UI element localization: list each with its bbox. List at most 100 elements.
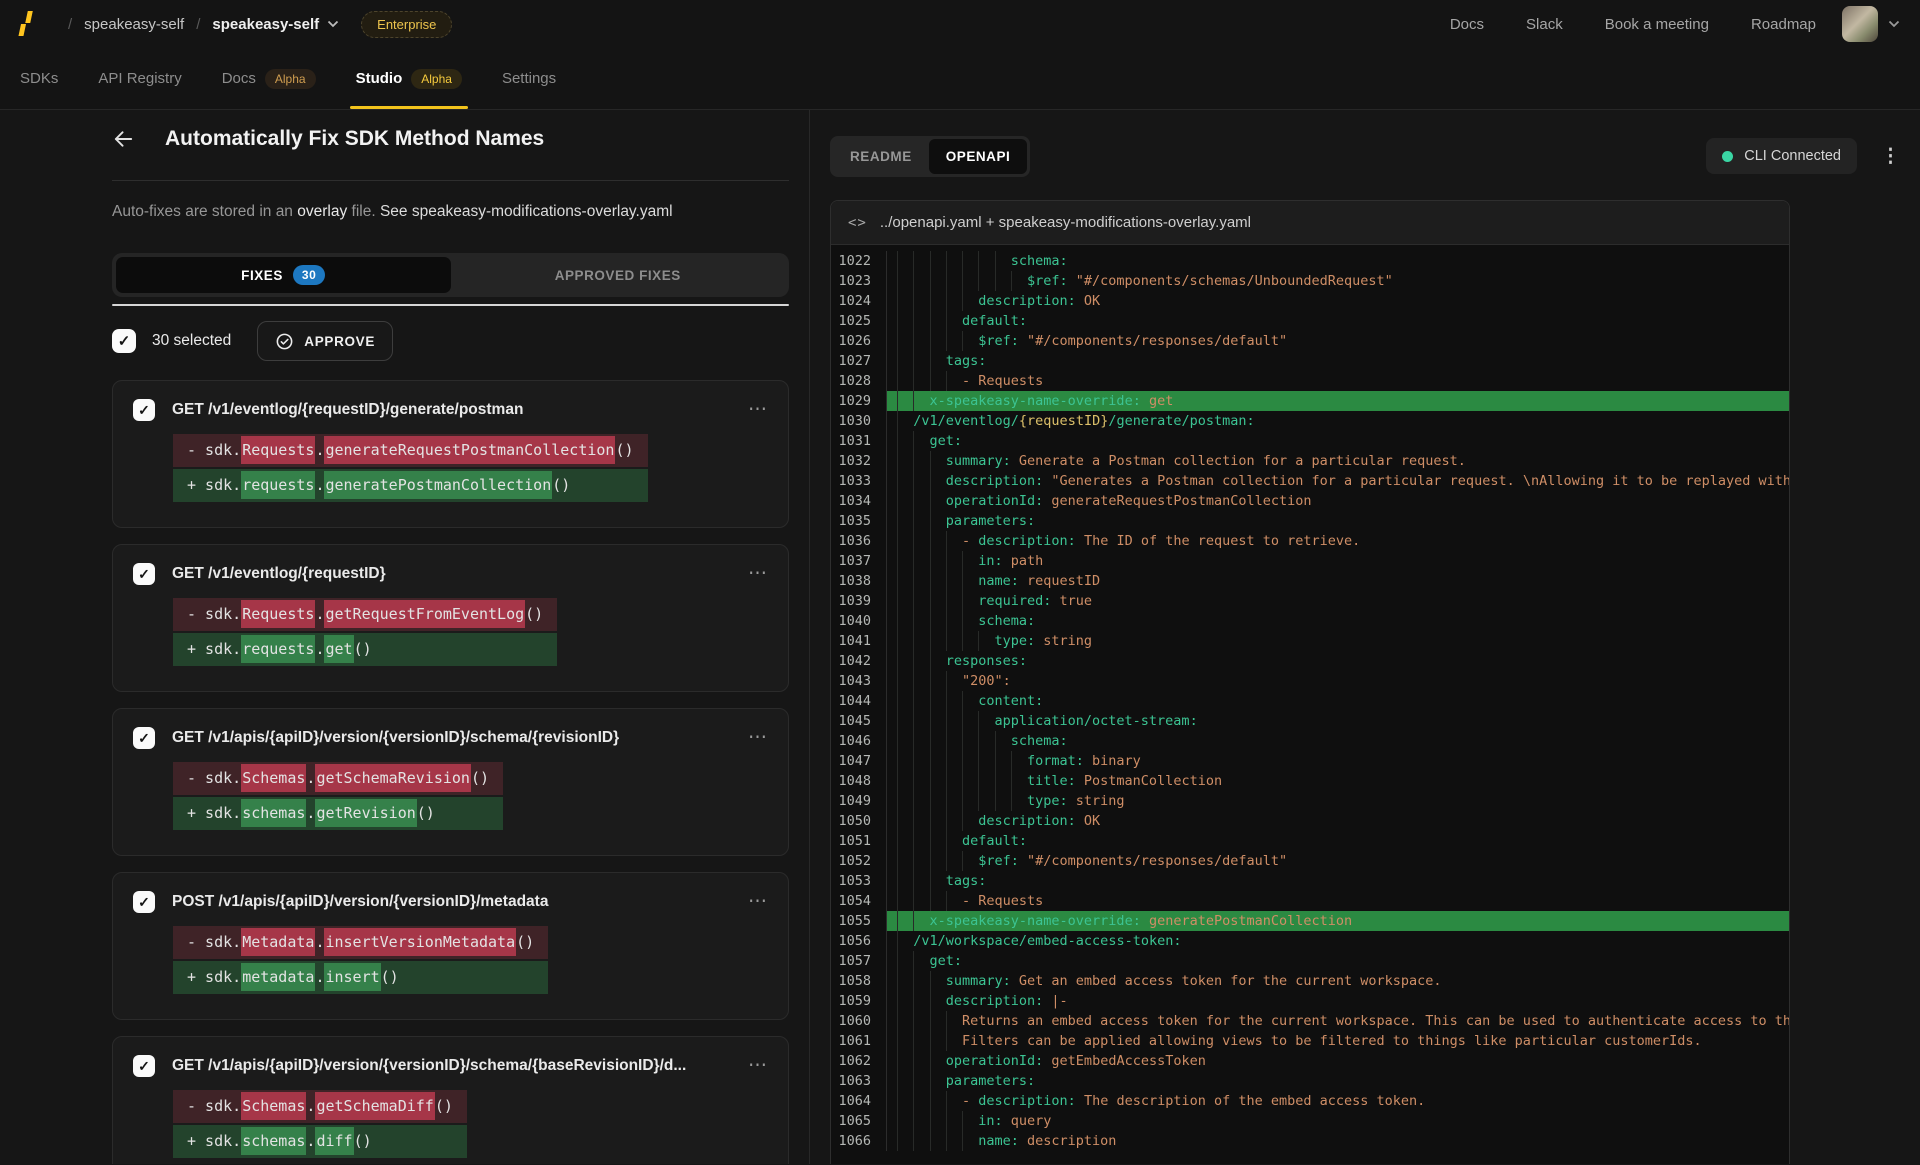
- indent-guide: [913, 251, 929, 271]
- indent-guide: [913, 371, 929, 391]
- nav-tab-label: Studio: [356, 70, 403, 87]
- code-line: 1060Returns an embed access token for th…: [831, 1011, 1789, 1031]
- code-token: in:: [978, 1113, 1002, 1129]
- indent-guide: [897, 1131, 913, 1151]
- tab-approved-fixes[interactable]: APPROVED FIXES: [451, 257, 786, 293]
- nav-tab-api-registry[interactable]: API Registry: [98, 48, 181, 109]
- line-number: 1042: [831, 651, 887, 671]
- breadcrumb-org[interactable]: speakeasy-self: [84, 16, 184, 33]
- diff-text: + sdk.: [187, 1132, 241, 1150]
- code-line: 1034operationId: generateRequestPostmanC…: [831, 491, 1789, 511]
- code-token: x-speakeasy-name-override:: [930, 393, 1141, 409]
- nav-tab-sdks[interactable]: SDKs: [20, 48, 58, 109]
- nav-tab-label: API Registry: [98, 70, 181, 87]
- breadcrumb-workspace[interactable]: speakeasy-self: [212, 16, 339, 33]
- header-link-slack[interactable]: Slack: [1526, 16, 1563, 33]
- line-number: 1050: [831, 811, 887, 831]
- indent-guide: [946, 531, 962, 551]
- code-token: operationId:: [946, 493, 1044, 509]
- indent-guide: [930, 651, 946, 671]
- indent-guide: [1011, 271, 1027, 291]
- diff-text: (): [552, 476, 570, 494]
- diff-highlight-token: schemas: [241, 1127, 306, 1155]
- fix-method-path: GET /v1/apis/{apiID}/version/{versionID}…: [172, 1057, 736, 1075]
- code-line: 1047format: binary: [831, 751, 1789, 771]
- indent-guide: [897, 771, 913, 791]
- tab-fixes[interactable]: FIXES 30: [116, 257, 451, 293]
- fix-checkbox[interactable]: ✓: [133, 727, 155, 749]
- line-number: 1030: [831, 411, 887, 431]
- code-token: type:: [995, 633, 1036, 649]
- line-number: 1025: [831, 311, 887, 331]
- fix-checkbox[interactable]: ✓: [133, 399, 155, 421]
- indent-guide: [930, 331, 946, 351]
- fix-checkbox[interactable]: ✓: [133, 563, 155, 585]
- more-options-icon[interactable]: ⋯: [748, 405, 768, 415]
- overlay-file-link[interactable]: See speakeasy-modifications-overlay.yaml: [380, 203, 673, 220]
- indent-guide: [930, 311, 946, 331]
- line-number: 1046: [831, 731, 887, 751]
- indent-guide: [946, 1111, 962, 1131]
- diff-highlight-token: getRevision: [315, 799, 416, 827]
- nav-tab-docs[interactable]: DocsAlpha: [222, 48, 316, 109]
- indent-guide: [897, 431, 913, 451]
- chevron-down-icon[interactable]: [1888, 20, 1900, 28]
- header-link-roadmap[interactable]: Roadmap: [1751, 16, 1816, 33]
- code-token: schema:: [1011, 733, 1068, 749]
- code-token: description: [1019, 1133, 1117, 1149]
- tab-readme[interactable]: README: [833, 139, 929, 174]
- diff-removed-line: - sdk.Schemas.getSchemaDiff(): [173, 1090, 467, 1123]
- diff-highlight-token: get: [324, 635, 353, 663]
- header-link-book-a-meeting[interactable]: Book a meeting: [1605, 16, 1709, 33]
- indent-guide: [995, 791, 1011, 811]
- fix-checkbox[interactable]: ✓: [133, 891, 155, 913]
- indent-guide: [913, 1111, 929, 1131]
- avatar[interactable]: [1842, 6, 1878, 42]
- diff-text: - sdk.: [187, 933, 241, 951]
- diff-added-line: + sdk.schemas.diff(): [173, 1125, 467, 1158]
- header-link-docs[interactable]: Docs: [1450, 16, 1484, 33]
- line-number: 1023: [831, 271, 887, 291]
- code-line: 1045application/octet-stream:: [831, 711, 1789, 731]
- indent-guide: [978, 711, 994, 731]
- more-options-icon[interactable]: ⋯: [748, 733, 768, 743]
- line-number: 1060: [831, 1011, 887, 1031]
- diff-text: (): [417, 804, 435, 822]
- indent-guide: [930, 851, 946, 871]
- tab-openapi[interactable]: OPENAPI: [929, 139, 1028, 174]
- indent-guide: [1011, 791, 1027, 811]
- more-options-icon[interactable]: ⋯: [748, 569, 768, 579]
- indent-guide: [897, 791, 913, 811]
- indent-guide: [946, 1131, 962, 1151]
- code-token: get: [1141, 393, 1174, 409]
- code-token: "Generates a Postman collection for a pa…: [1043, 473, 1789, 489]
- indent-guide: [913, 951, 929, 971]
- approve-button[interactable]: APPROVE: [257, 321, 393, 361]
- code-token: The description of the embed access toke…: [1076, 1093, 1426, 1109]
- more-options-icon[interactable]: ⋮: [1881, 145, 1900, 168]
- indent-guide: [913, 491, 929, 511]
- more-options-icon[interactable]: ⋯: [748, 1061, 768, 1071]
- fix-method-path: POST /v1/apis/{apiID}/version/{versionID…: [172, 893, 736, 911]
- indent-guide: [913, 791, 929, 811]
- nav-tab-settings[interactable]: Settings: [502, 48, 556, 109]
- select-all-checkbox[interactable]: ✓: [112, 329, 136, 353]
- diff-text: - sdk.: [187, 605, 241, 623]
- indent-guide: [897, 1031, 913, 1051]
- diff-highlight-token: getSchemaRevision: [315, 764, 471, 792]
- fix-checkbox[interactable]: ✓: [133, 1055, 155, 1077]
- speakeasy-logo-icon[interactable]: [16, 10, 42, 38]
- more-options-icon[interactable]: ⋯: [748, 897, 768, 907]
- code-token: format:: [1027, 753, 1084, 769]
- back-button[interactable]: [112, 129, 135, 149]
- indent-guide: [930, 631, 946, 651]
- indent-guide: [897, 411, 913, 431]
- code-editor[interactable]: 1022schema:1023$ref: "#/components/schem…: [831, 245, 1789, 1164]
- nav-tab-studio[interactable]: StudioAlpha: [356, 48, 462, 109]
- code-line: 1052$ref: "#/components/responses/defaul…: [831, 851, 1789, 871]
- chevron-down-icon: [327, 20, 339, 28]
- code-token: description:: [978, 1093, 1076, 1109]
- code-token: summary:: [946, 453, 1011, 469]
- code-token: requestID: [1019, 573, 1100, 589]
- indent-guide: [897, 691, 913, 711]
